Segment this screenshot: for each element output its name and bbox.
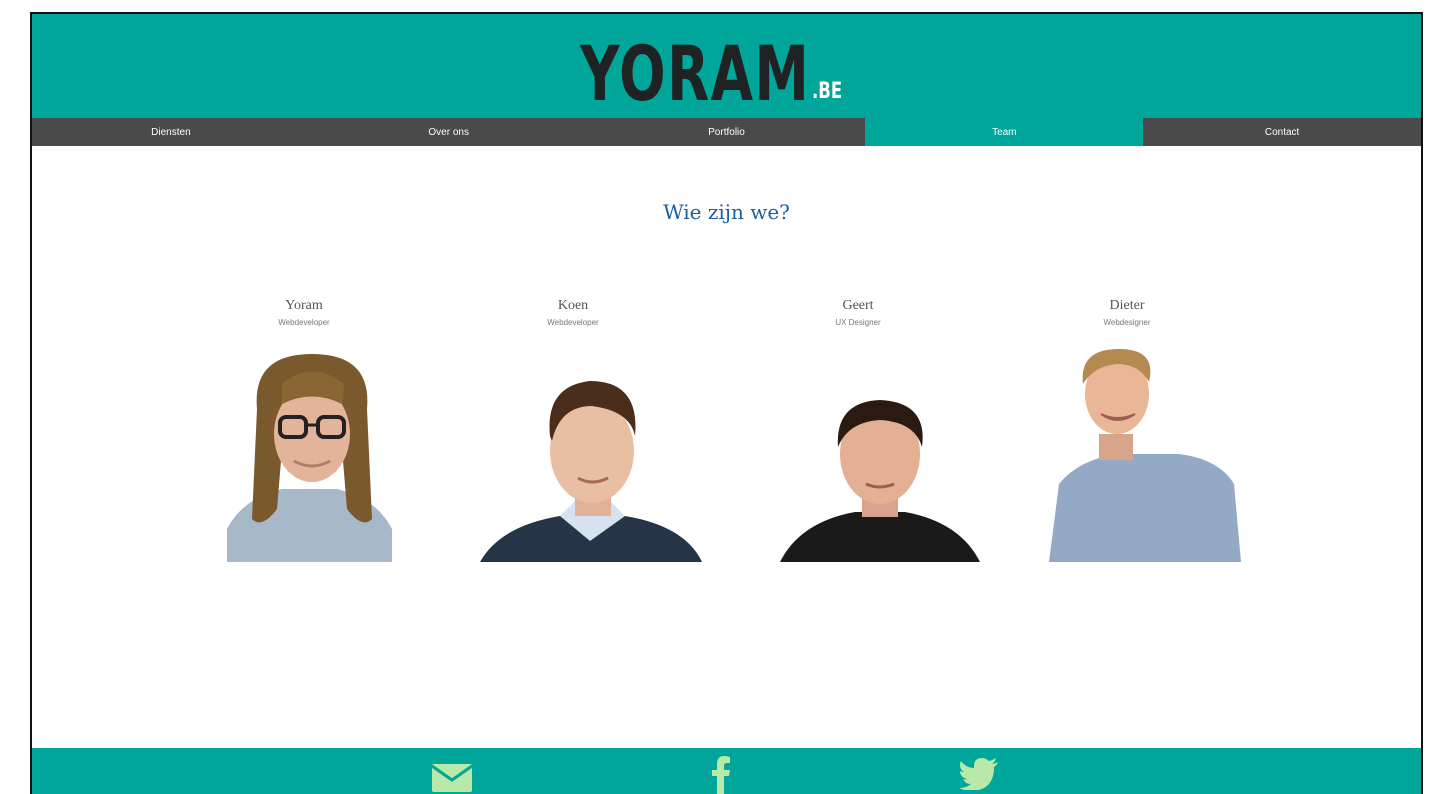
facebook-icon[interactable] (711, 754, 731, 794)
logo-text: YORAM (580, 29, 811, 118)
team-member-geert: Geert UX Designer (743, 298, 973, 327)
page-title: Wie zijn we? (663, 200, 790, 224)
photo-geert (780, 400, 980, 562)
photo-dieter (1049, 349, 1241, 562)
member-role: Webdesigner (1103, 318, 1151, 327)
photo-koen (480, 381, 702, 562)
team-member-koen: Koen Webdeveloper (458, 298, 688, 327)
logo-domain: .BE (812, 79, 843, 104)
team-member-yoram: Yoram Webdeveloper (189, 298, 419, 327)
site-logo[interactable]: YORAM .BE (580, 16, 900, 116)
main-nav: Diensten Over ons Portfolio Team Contact (32, 118, 1421, 146)
member-role: Webdeveloper (547, 318, 599, 327)
page-frame: YORAM .BE Diensten Over ons Portfolio Te… (30, 12, 1423, 794)
twitter-icon[interactable] (959, 758, 999, 790)
nav-item-team[interactable]: Team (865, 118, 1144, 146)
nav-item-over-ons[interactable]: Over ons (310, 118, 588, 146)
nav-item-contact[interactable]: Contact (1143, 118, 1421, 146)
envelope-icon[interactable] (430, 760, 474, 794)
team-member-dieter: Dieter Webdesigner (1012, 298, 1242, 327)
site-footer (32, 748, 1421, 794)
member-name: Geert (842, 298, 874, 313)
nav-item-portfolio[interactable]: Portfolio (588, 118, 866, 146)
nav-item-diensten[interactable]: Diensten (32, 118, 310, 146)
site-header: YORAM .BE (32, 14, 1421, 118)
member-role: UX Designer (835, 318, 881, 327)
member-name: Koen (557, 298, 589, 313)
photo-yoram (227, 354, 392, 562)
member-role: Webdeveloper (278, 318, 330, 327)
member-name: Yoram (285, 298, 323, 313)
member-name: Dieter (1109, 298, 1145, 313)
